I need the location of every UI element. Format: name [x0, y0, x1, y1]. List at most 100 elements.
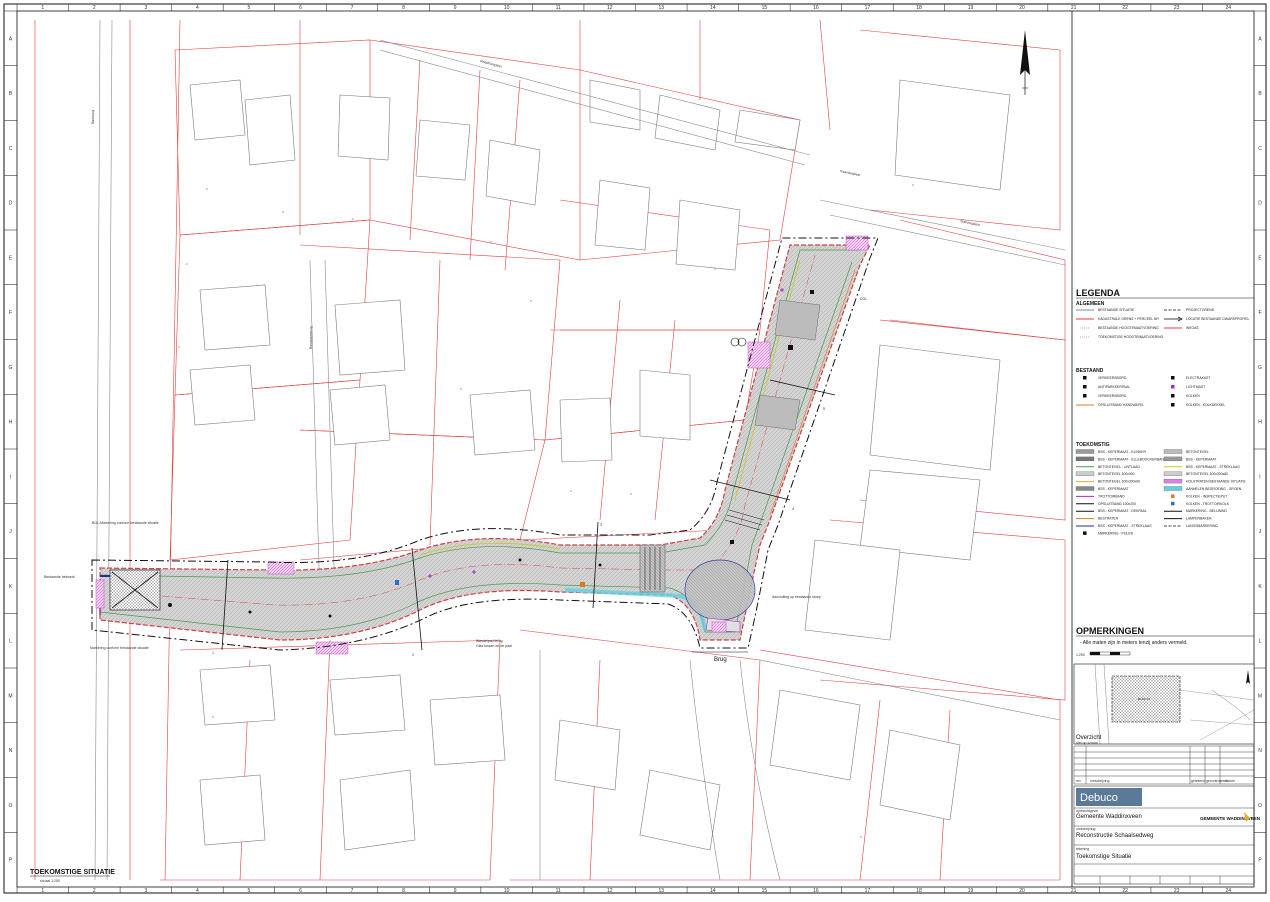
grid-column-label: 15	[762, 5, 768, 11]
grid-column-label: 18	[916, 888, 922, 894]
view-scale: schaal 1:250	[40, 879, 60, 883]
connection-bridge	[711, 621, 727, 633]
grid-column-label: 8	[402, 5, 405, 11]
svg-text:2: 2	[352, 217, 354, 221]
title-block: Debuco opdrachtgever Gemeente Waddinxvee…	[1073, 785, 1260, 885]
municipality-logo: GEMEENTE WADDINXVEEN	[1200, 816, 1260, 821]
legend-item-label: BSS - KEPERMAAT	[1186, 457, 1216, 461]
grid-column-label: 9	[454, 5, 457, 11]
svg-text:2: 2	[186, 262, 188, 266]
legend-item-label: KOLKEN	[1186, 394, 1200, 398]
grid-row-label: L	[1259, 639, 1262, 645]
grid-column-label: 2	[93, 5, 96, 11]
grid-row-label: B	[9, 91, 13, 97]
grid-column-label: 7	[351, 5, 354, 11]
svg-text:2: 2	[206, 187, 208, 191]
grid-row-label: J	[1259, 529, 1262, 535]
project-label: omschrijving	[1076, 827, 1096, 831]
client-label: opdrachtgever	[1076, 809, 1099, 813]
legend-item-label: BETONTEGEL 300x300x60	[1098, 480, 1140, 484]
legend-swatch-hatch	[1075, 449, 1095, 454]
legend-item-label: LANGSMARKERING	[1186, 524, 1218, 528]
legend-swatch-symbol	[1083, 376, 1087, 380]
drawing-canvas: 1 2 3 4 5 6 7 8 9 10 11 12 13 14 15 16 17 18 19 20 21 22 23 24 …	[3, 3, 1267, 894]
legend-swatch-symbol	[1171, 385, 1175, 389]
legend-item-label: BSS - KEPERMAAT - ELLEBOOGVERBAND	[1098, 457, 1167, 461]
legend-swatch-hatch	[1075, 471, 1095, 476]
annotation-hekwerk: Bestaande hekwerk	[44, 575, 75, 579]
parking-bay	[774, 299, 821, 341]
legend-item-label: BETONTEGEL	[1186, 450, 1209, 454]
annotation-markering-north: BGL-Markering conform bestaande situatie	[92, 521, 159, 525]
legend-item-label: BETONTEGEL 300x300x80	[1186, 472, 1228, 476]
section-marker-4: 4	[792, 507, 794, 511]
legend-item-label: MARKERING - BELIJNING	[1186, 509, 1227, 513]
svg-text:omschrijving: omschrijving	[1090, 779, 1110, 783]
legend-swatch-arrow	[1164, 316, 1183, 322]
grid-row-label: L	[9, 639, 12, 645]
grid-column-label: 6	[299, 5, 302, 11]
overview-block-label: BLAD 01	[1138, 697, 1150, 701]
grid-row-label: J	[9, 529, 12, 535]
grid-column-label: 8	[402, 888, 405, 894]
overview-map: BLAD 01 Overzicht niet op schaal	[1073, 663, 1255, 745]
grid-row-label: E	[9, 255, 13, 261]
grid-column-label: 24	[1225, 5, 1231, 11]
grid-row-label: C	[9, 146, 13, 152]
grid-row-label: A	[9, 36, 13, 42]
legend-item-label: BESTAANDE SITUATIE	[1098, 308, 1135, 312]
legend-item-label: LICHTMAST	[1186, 385, 1205, 389]
annotation-wandelpad: Wandelpad terug	[476, 639, 503, 643]
overview-subtitle: niet op schaal	[1076, 741, 1098, 745]
annotation-glas: Glas tussen en de paal	[476, 644, 512, 648]
parking-bay	[754, 394, 801, 431]
legend-item-label: BSS - KEPERMAAT - STREKLAAG	[1186, 465, 1240, 469]
legend-item-label: BSS - KEPERMAAT	[1098, 487, 1128, 491]
street-name-1: Schaalsedweg	[309, 326, 313, 349]
section-marker-1: 1	[212, 651, 214, 655]
grid-column-label: 1	[41, 888, 44, 894]
grid-row-label: D	[9, 201, 13, 207]
grid-column-label: 16	[813, 5, 819, 11]
grid-column-label: 23	[1174, 888, 1180, 894]
grid-column-label: 17	[865, 888, 871, 894]
legend-swatch-hatch	[1163, 471, 1183, 476]
grid-column-label: 13	[658, 888, 664, 894]
grid-column-label: 12	[607, 5, 613, 11]
grid-row-label: O	[1258, 803, 1262, 809]
grid-row-label: M	[8, 693, 12, 699]
section-marker-2: 2	[412, 653, 414, 657]
annotation-aansluiting: Aansluiting op bestaande stoep	[772, 595, 821, 599]
grid-row-label: P	[1258, 858, 1262, 864]
svg-text:2: 2	[912, 183, 914, 187]
legend-swatch-symbol	[1083, 394, 1087, 398]
legend-item-label: HOLSTRATEN BESTAANDE SITUATIE	[1186, 480, 1246, 484]
legend-item-label: LOCATIE BESTAANDE DWARSPROFIEL	[1186, 317, 1250, 321]
grid-column-label: 1	[41, 5, 44, 11]
grid-column-label: 22	[1122, 888, 1128, 894]
legend-section-bestaand: BESTAAND	[1076, 368, 1104, 374]
grid-row-label: N	[9, 748, 13, 754]
legend-section-1-items: VERKEERSBORD ELECTRAKAST ANTIPARKEERPAAL LI…	[1076, 376, 1225, 407]
scale-bar	[1089, 651, 1131, 656]
crossing-zebra	[639, 544, 666, 593]
grid-column-label: 3	[144, 888, 147, 894]
legend-item-label: VERKEERSBORD	[1098, 394, 1127, 398]
svg-text:2: 2	[282, 210, 284, 214]
grid-row-label: I	[10, 474, 11, 480]
grid-column-label: 9	[454, 888, 457, 894]
svg-text:2: 2	[460, 387, 462, 391]
legend-item-label: BETONTEGEL - LINTLAAG	[1098, 465, 1140, 469]
notes-panel: OPMERKINGEN - Alle maten zijn in meters …	[1076, 626, 1254, 657]
grid-column-label: 19	[968, 5, 974, 11]
grid-row-label: I	[1259, 474, 1260, 480]
sheet-frame	[3, 3, 1267, 894]
legend-swatch-symbol	[1171, 376, 1175, 380]
grid-column-numbers-top: 1 2 3 4 5 6 7 8 9 10 11 12 13 14 15 16 17 18 19 20 21 22 23 24	[16, 4, 1231, 11]
grid-row-label: F	[9, 310, 12, 316]
grid-row-label: C	[1258, 146, 1262, 152]
grid-row-label: G	[9, 365, 13, 371]
street-name-4: Kaardenplein	[840, 169, 861, 177]
notes-scale-label: 1:250	[1076, 653, 1085, 657]
legend-swatch-symbol	[1171, 403, 1175, 407]
